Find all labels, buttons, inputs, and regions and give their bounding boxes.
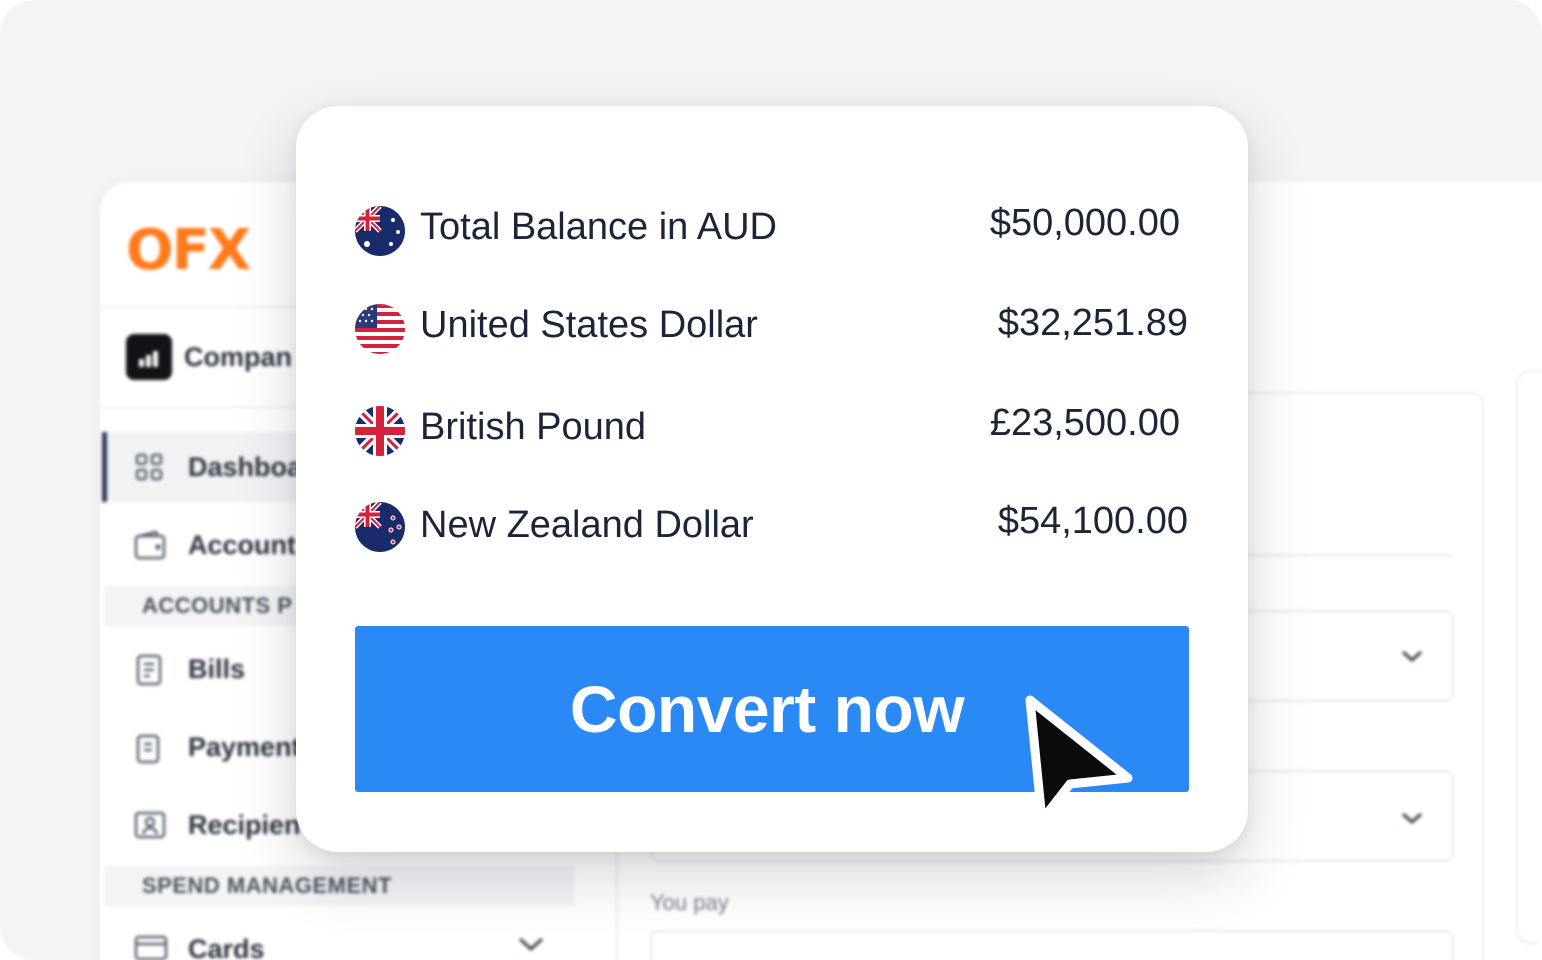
row-label-aud: Total Balance in AUD [420, 206, 777, 248]
uk-flag-icon [355, 406, 405, 456]
usa-flag-icon [355, 304, 405, 354]
row-label-gbp: British Pound [420, 406, 647, 448]
mouse-pointer-icon [1025, 695, 1133, 825]
sidebar-item-dashboard[interactable]: Dashboa [188, 452, 302, 483]
app-frame: OFX Compan Dashboa Account ACCOUNTS P Bi… [0, 0, 1542, 960]
sidebar-item-bills[interactable]: Bills [188, 654, 245, 685]
row-label-nzd: New Zealand Dollar [420, 504, 754, 546]
sidebar-item-recipients[interactable]: Recipien [188, 810, 301, 841]
row-value-aud: $50,000.00 [989, 202, 1180, 244]
australia-flag-icon [355, 206, 405, 256]
row-value-gbp: £23,500.00 [989, 402, 1180, 444]
card-icon [134, 934, 168, 960]
recipient-icon [134, 810, 166, 840]
chevron-down-icon [1402, 812, 1422, 825]
sidebar-item-accounts[interactable]: Account [188, 530, 296, 561]
section-spend-management: SPEND MANAGEMENT [104, 866, 574, 906]
grid-icon [134, 452, 164, 482]
row-label-usd: United States Dollar [420, 304, 758, 346]
sidebar-item-payments[interactable]: Payment [188, 732, 301, 763]
you-pay-field[interactable] [650, 930, 1454, 960]
chevron-down-icon [1402, 650, 1422, 663]
new-zealand-flag-icon [355, 502, 405, 552]
payment-icon [134, 732, 164, 764]
company-name[interactable]: Compan [184, 342, 292, 373]
sidebar-item-cards[interactable]: Cards [188, 934, 265, 960]
row-value-usd: $32,251.89 [997, 302, 1188, 344]
company-logo-icon [126, 334, 172, 380]
bill-icon [134, 654, 164, 686]
ofx-logo: OFX [126, 218, 251, 283]
wallet-icon [134, 530, 166, 560]
side-card [1516, 370, 1542, 944]
you-pay-label: You pay [650, 890, 729, 915]
chevron-down-icon[interactable] [516, 930, 546, 960]
row-value-nzd: $54,100.00 [997, 500, 1188, 542]
